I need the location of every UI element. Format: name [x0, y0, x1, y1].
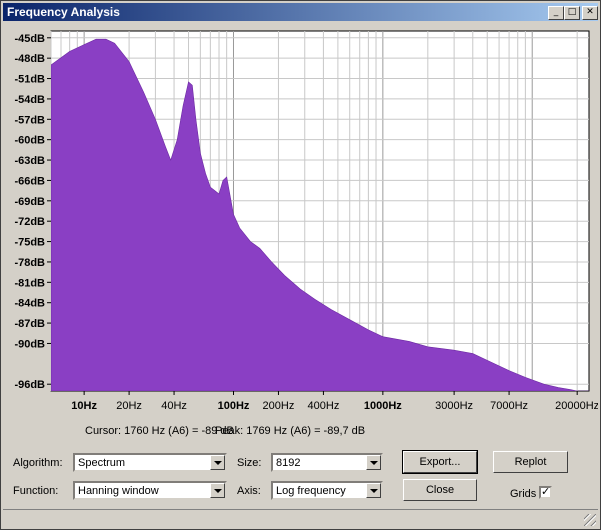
- peak-value: 1769 Hz (A6) = -89,7 dB: [246, 425, 366, 437]
- title-bar[interactable]: Frequency Analysis _ □ ✕: [3, 3, 598, 21]
- y-tick-label: -60dB: [14, 135, 45, 147]
- export-button[interactable]: Export...: [402, 450, 478, 474]
- y-tick-label: -63dB: [14, 155, 45, 167]
- spectrum-plot[interactable]: -45dB -48dB -51dB -54dB -57dB -60dB -63dB -66dB…: [5, 25, 598, 415]
- y-tick-label: -75dB: [14, 237, 45, 249]
- size-select[interactable]: 8192: [271, 453, 383, 472]
- y-tick-label: -48dB: [14, 53, 45, 65]
- size-label: Size:: [237, 457, 262, 469]
- y-tick-label: -81dB: [14, 277, 45, 289]
- axis-label: Axis:: [237, 485, 261, 497]
- y-tick-label: -96dB: [14, 379, 45, 391]
- x-tick-label: 20Hz: [116, 400, 142, 412]
- minimize-button[interactable]: _: [548, 6, 564, 20]
- y-tick-label: -66dB: [14, 175, 45, 187]
- chevron-down-icon[interactable]: [210, 455, 225, 470]
- y-tick-label: -69dB: [14, 196, 45, 208]
- close-button[interactable]: ✕: [582, 6, 598, 20]
- status-bar: [3, 509, 598, 528]
- x-tick-label: 40Hz: [161, 400, 187, 412]
- peak-label: Peak:: [215, 425, 244, 437]
- window-title: Frequency Analysis: [7, 5, 120, 19]
- x-tick-label: 400Hz: [308, 400, 340, 412]
- function-select[interactable]: Hanning window: [73, 481, 227, 500]
- y-tick-label: -84dB: [14, 298, 45, 310]
- chevron-down-icon[interactable]: [366, 455, 381, 470]
- x-tick-label: 1000Hz: [364, 400, 402, 412]
- y-tick-label: -51dB: [14, 74, 45, 86]
- frequency-analysis-window: Frequency Analysis _ □ ✕ -45dB -48dB -51dB…: [0, 0, 601, 530]
- x-tick-label: 3000Hz: [435, 400, 473, 412]
- grids-label: Grids: [510, 488, 537, 500]
- y-tick-label: -78dB: [14, 257, 45, 269]
- function-value: Hanning window: [78, 485, 159, 497]
- axis-value: Log frequency: [276, 485, 346, 497]
- y-tick-label: -57dB: [14, 114, 45, 126]
- replot-button[interactable]: Replot: [493, 451, 568, 473]
- maximize-button[interactable]: □: [564, 6, 580, 20]
- function-label: Function:: [13, 485, 59, 497]
- peak-readout: Peak: 1769 Hz (A6) = -89,7 dB: [215, 425, 365, 437]
- y-tick-label: -87dB: [14, 318, 45, 330]
- y-tick-label: -45dB: [14, 33, 45, 45]
- size-value: 8192: [276, 457, 301, 469]
- axis-select[interactable]: Log frequency: [271, 481, 383, 500]
- grids-checkbox[interactable]: ✓: [539, 486, 552, 499]
- algorithm-label: Algorithm:: [13, 457, 63, 469]
- algorithm-value: Spectrum: [78, 457, 126, 469]
- cursor-label: Cursor:: [85, 425, 122, 437]
- y-tick-label: -90dB: [14, 338, 45, 350]
- x-tick-label: 100Hz: [218, 400, 250, 412]
- x-tick-label: 10Hz: [71, 400, 97, 412]
- x-tick-label: 7000Hz: [490, 400, 528, 412]
- cursor-readout: Cursor: 1760 Hz (A6) = -89 dB: [85, 425, 234, 437]
- close-dialog-button[interactable]: Close: [403, 479, 477, 501]
- chevron-down-icon[interactable]: [210, 483, 225, 498]
- resize-grip-icon[interactable]: [584, 514, 596, 526]
- algorithm-select[interactable]: Spectrum: [73, 453, 227, 472]
- y-tick-label: -54dB: [14, 94, 45, 106]
- x-tick-label: 200Hz: [263, 400, 295, 412]
- y-tick-label: -72dB: [14, 216, 45, 228]
- x-tick-label: 20000Hz: [555, 400, 598, 412]
- chevron-down-icon[interactable]: [366, 483, 381, 498]
